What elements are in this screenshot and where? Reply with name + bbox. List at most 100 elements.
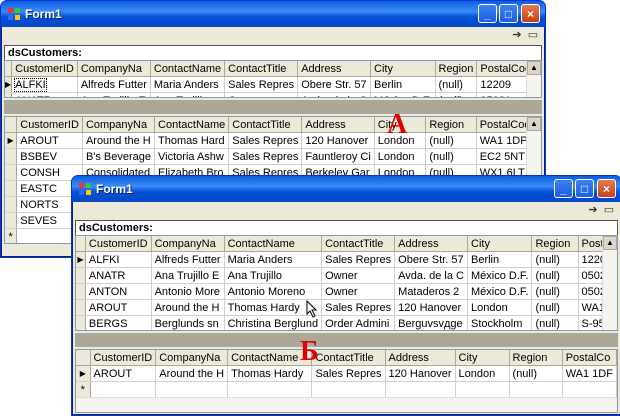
grid-cell[interactable]: Fauntleroy Ci xyxy=(301,148,375,165)
grid-cell[interactable]: Alfreds Futter xyxy=(151,251,225,268)
grid-cell[interactable]: ANATR xyxy=(85,267,152,284)
grid-cell[interactable]: (null) xyxy=(531,315,579,330)
grid-splitter[interactable] xyxy=(4,100,542,114)
table-row[interactable]: ANATRAna Trujillo EAna TrujilloOwnerAvda… xyxy=(5,92,541,97)
grid-cell[interactable] xyxy=(311,381,386,398)
column-header[interactable]: ContactTitle xyxy=(311,350,386,366)
maximize-button[interactable]: □ xyxy=(575,179,594,198)
table-row[interactable]: BERGS Berglunds sn Christina Berglund Order… xyxy=(76,315,617,330)
grid-cell[interactable]: (null) xyxy=(435,92,478,97)
child-grid-b[interactable]: CustomerID CompanyNa ContactName ContactTit… xyxy=(75,349,618,413)
column-header[interactable]: Region xyxy=(509,350,563,366)
column-header[interactable]: Region xyxy=(435,61,478,77)
grid-cell[interactable]: BERGS xyxy=(85,315,152,330)
grid-cell[interactable]: London xyxy=(455,365,510,382)
grid-cell[interactable]: Mataderos 2 xyxy=(394,283,468,300)
grid-cell[interactable]: Around the H xyxy=(155,365,229,382)
row-selector[interactable] xyxy=(5,92,13,97)
grid-cell[interactable]: Antonio Moreno xyxy=(224,283,323,300)
column-header[interactable]: ContactName xyxy=(154,117,230,133)
grid-cell[interactable]: Berlin xyxy=(370,76,436,93)
grid-cell[interactable]: ALFKI xyxy=(85,251,152,268)
row-selector[interactable] xyxy=(5,164,18,181)
grid-cell[interactable]: (null) xyxy=(531,283,579,300)
column-header[interactable]: CustomerID xyxy=(85,236,152,252)
table-row[interactable]: ▶ ALFKI Alfreds Futter Maria Anders Sales Re… xyxy=(76,251,617,268)
column-header[interactable]: Address xyxy=(385,350,456,366)
row-selector[interactable] xyxy=(76,299,86,316)
grid-cell[interactable]: Around the H xyxy=(151,299,225,316)
grid-cell[interactable] xyxy=(227,381,313,398)
grid-cell[interactable]: Sales Repres xyxy=(224,76,299,93)
row-selector[interactable] xyxy=(5,196,18,213)
grid-cell[interactable] xyxy=(455,381,510,398)
grid-cell[interactable]: Berlin xyxy=(467,251,533,268)
column-header[interactable]: PostalCo xyxy=(562,350,617,366)
minimize-button[interactable]: _ xyxy=(554,179,573,198)
column-header[interactable]: CompanyNa xyxy=(151,236,225,252)
vertical-scrollbar[interactable]: ▲ xyxy=(602,236,617,330)
window-b-titlebar[interactable]: Form1 _ □ × xyxy=(72,176,620,202)
grid-cell[interactable]: Ana Trujillo E xyxy=(151,267,225,284)
horizontal-scrollbar[interactable] xyxy=(76,397,617,412)
grid-cell[interactable] xyxy=(562,381,617,398)
grid-cell[interactable]: 120 Hanover xyxy=(385,365,456,382)
grid-cell[interactable]: ALFKI xyxy=(11,76,78,93)
column-header[interactable]: CompanyNa xyxy=(82,117,156,133)
grid-cell[interactable]: Around the H xyxy=(82,132,156,149)
grid-cell[interactable]: Alfreds Futter xyxy=(77,76,151,93)
grid-cell[interactable]: (null) xyxy=(531,267,579,284)
grid-cell[interactable]: Maria Anders xyxy=(224,251,323,268)
grid-cell[interactable]: 120 Hanover xyxy=(301,132,375,149)
grid-cell[interactable]: México D.F. xyxy=(467,283,533,300)
grid-cell[interactable]: Sales Repres xyxy=(228,148,303,165)
grid-cell[interactable]: Thomas Hard xyxy=(154,132,230,149)
grid-cell[interactable]: B's Beverage xyxy=(82,148,156,165)
row-selector[interactable] xyxy=(76,267,86,284)
table-row[interactable]: ▶ ALFKI Alfreds Futter Maria Anders Sales Re… xyxy=(5,76,541,93)
column-header[interactable]: City xyxy=(455,350,510,366)
grid-cell[interactable]: Owner xyxy=(321,267,396,284)
grid-cell[interactable]: Order Admini xyxy=(321,315,396,330)
vertical-scrollbar[interactable]: ▲ xyxy=(526,61,541,97)
grid-cell[interactable] xyxy=(155,381,229,398)
grid-cell[interactable] xyxy=(509,381,563,398)
row-selector[interactable]: ▶ xyxy=(76,365,91,382)
grid-cell[interactable]: Ana Trujillo xyxy=(150,92,226,97)
grid-cell[interactable]: Stockholm xyxy=(467,315,533,330)
grid-cell[interactable]: Owner xyxy=(321,283,396,300)
column-header[interactable]: CompanyNa xyxy=(77,61,151,77)
close-button[interactable]: × xyxy=(521,4,540,23)
column-header[interactable]: Address xyxy=(301,117,375,133)
grid-cell[interactable]: México D.F. xyxy=(467,267,533,284)
row-selector[interactable] xyxy=(76,283,86,300)
grid-cell[interactable]: 120 Hanover xyxy=(394,299,468,316)
row-selector[interactable]: ▶ xyxy=(5,132,18,149)
grid-cell[interactable]: Sales Repres xyxy=(228,132,303,149)
column-header[interactable]: ContactTitle xyxy=(228,117,303,133)
grid-cell[interactable]: Obere Str. 57 xyxy=(297,76,372,93)
column-header[interactable]: CustomerID xyxy=(16,117,83,133)
column-header[interactable]: Region xyxy=(425,117,477,133)
column-header[interactable]: Region xyxy=(531,236,579,252)
table-row[interactable]: ANATRAna Trujillo EAna TrujilloOwnerAvda… xyxy=(76,267,617,284)
grid-cell[interactable]: (null) xyxy=(531,299,579,316)
grid-cell[interactable]: Avda. de la C xyxy=(297,92,372,97)
grid-cell[interactable] xyxy=(385,381,456,398)
grid-cell[interactable] xyxy=(90,381,157,398)
table-row[interactable]: AROUT Around the H Thomas Hardy Sales Repre… xyxy=(76,299,617,316)
row-selector[interactable]: ▶ xyxy=(76,251,86,268)
parent-rows-icon[interactable]: ▭ xyxy=(526,29,540,42)
grid-cell[interactable]: AROUT xyxy=(90,365,157,382)
grid-cell[interactable]: AROUT xyxy=(85,299,152,316)
row-selector[interactable] xyxy=(5,212,18,229)
table-row[interactable]: ANTON Antonio More Antonio Moreno Owner Mata… xyxy=(76,283,617,300)
grid-cell[interactable]: (null) xyxy=(509,365,563,382)
grid-cell[interactable]: Owner xyxy=(224,92,299,97)
window-a-titlebar[interactable]: Form1 _ □ × xyxy=(1,1,545,27)
grid-cell[interactable]: London xyxy=(467,299,533,316)
grid-cell[interactable]: (null) xyxy=(425,148,477,165)
column-header[interactable]: ContactName xyxy=(224,236,323,252)
row-selector[interactable]: ▶ xyxy=(5,76,13,93)
grid-cell[interactable]: México D.F. xyxy=(370,92,436,97)
